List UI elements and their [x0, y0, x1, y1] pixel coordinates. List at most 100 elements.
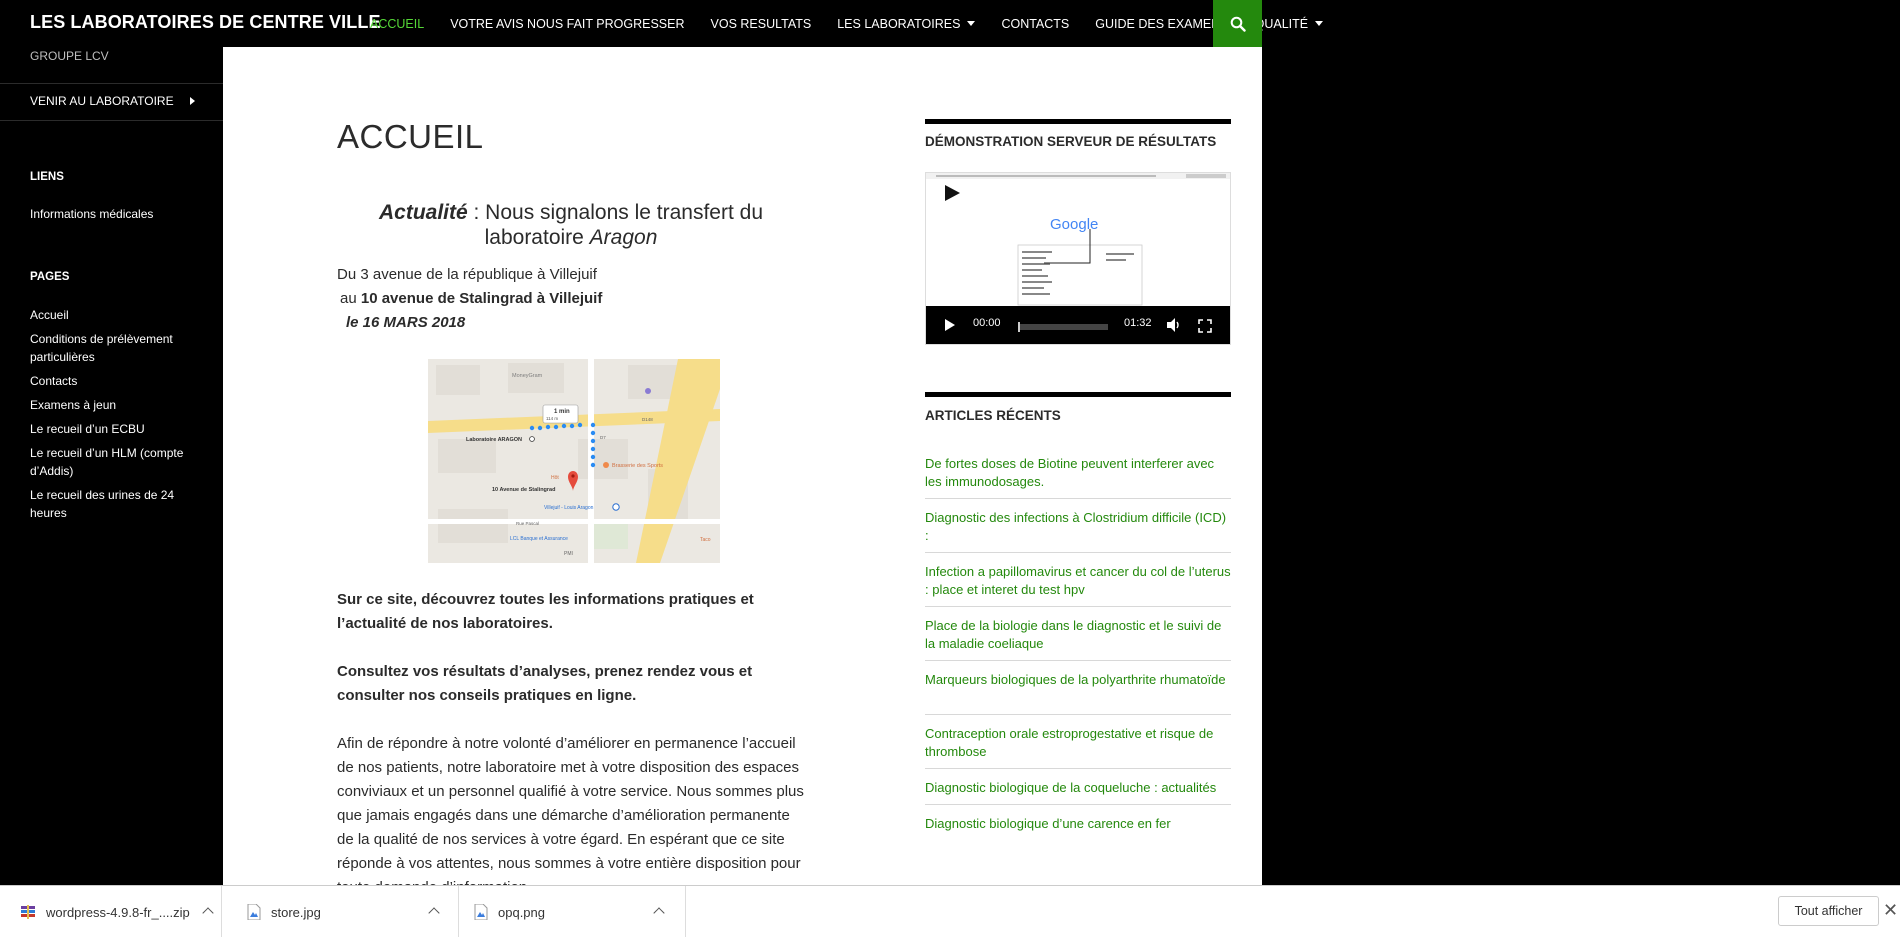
map-walk-time: 1 min — [554, 409, 570, 415]
site-description: GROUPE LCV — [30, 49, 109, 63]
nav-item-guide-examens[interactable]: GUIDE DES EXAMENS — [1095, 17, 1228, 31]
sidebar-page-recueil-urines-24h[interactable]: Le recueil des urines de 24 heures — [30, 486, 190, 522]
map-label-taco: Taco — [700, 537, 711, 543]
sidebar-page-accueil[interactable]: Accueil — [30, 306, 190, 324]
volume-icon[interactable] — [1166, 318, 1182, 332]
nav-label: VOTRE AVIS NOUS FAIT PROGRESSER — [450, 16, 685, 31]
restaurant-icon — [603, 462, 609, 468]
sidebar-page-recueil-hlm[interactable]: Le recueil d’un HLM (compte d’Addis) — [30, 444, 190, 480]
nav-item-vos-resultats[interactable]: VOS RESULTATS — [711, 17, 812, 31]
nav-item-votre-avis[interactable]: VOTRE AVIS NOUS FAIT PROGRESSER — [450, 17, 684, 31]
welcome-paragraph: Afin de répondre à notre volonté d’améli… — [337, 735, 804, 885]
caret-down-icon — [1315, 21, 1324, 26]
fullscreen-icon[interactable] — [1198, 319, 1212, 333]
article-link[interactable]: Contraception orale estroprogestative et… — [925, 725, 1231, 761]
sidebar-page-recueil-ecbu[interactable]: Le recueil d’un ECBU — [30, 420, 190, 438]
divider — [0, 83, 223, 84]
sidebar-link-informations-medicales[interactable]: Informations médicales — [30, 205, 190, 223]
address-to: au 10 avenue de Stalingrad à Villejuif — [340, 290, 602, 307]
map-label-destination: 10 Avenue de Stalingrad — [492, 487, 555, 493]
search-icon — [1230, 16, 1246, 32]
site-title[interactable]: LES LABORATOIRES DE CENTRE VILLE — [30, 12, 381, 33]
sidebar-page-examens-a-jeun[interactable]: Examens à jeun — [30, 396, 190, 414]
nav-item-qualite[interactable]: QUALITÉ — [1255, 17, 1324, 31]
map-walk-distance: 114 m — [546, 416, 558, 421]
article-divider — [925, 498, 1231, 499]
liens-heading: LIENS — [30, 171, 64, 183]
metro-icon — [612, 503, 620, 511]
close-icon[interactable]: ✕ — [1883, 900, 1898, 921]
poi-icon — [645, 388, 651, 394]
article-link[interactable]: Diagnostic biologique d’une carence en f… — [925, 815, 1231, 833]
map-label-road-d7: D7 — [600, 435, 606, 440]
download-item[interactable]: wordpress-4.9.8-fr_....zip — [0, 886, 222, 937]
nav-item-accueil[interactable]: ACCUEIL — [370, 17, 424, 31]
left-sidebar: GROUPE LCV VENIR AU LABORATOIRE LIENS In… — [0, 47, 223, 885]
pages-heading: PAGES — [30, 271, 70, 283]
video-thumbnail: Google — [926, 173, 1230, 308]
chevron-right-icon — [190, 97, 195, 105]
image-file-icon — [247, 904, 261, 920]
map-label-moneygram: MoneyGram — [512, 373, 543, 379]
widget-title-demo: DÉMONSTRATION SERVEUR DE RÉSULTATS — [925, 134, 1217, 149]
image-file-icon — [474, 904, 488, 920]
nav-label: LES LABORATOIRES — [837, 16, 961, 31]
big-play-icon[interactable] — [942, 183, 962, 203]
nav-label: VOS RESULTATS — [710, 16, 812, 31]
chevron-up-icon[interactable] — [428, 907, 440, 919]
nav-item-les-laboratoires[interactable]: LES LABORATOIRES — [837, 16, 976, 31]
video-duration: 01:32 — [1124, 317, 1152, 329]
video-player[interactable]: Google 00:00 01:32 — [925, 172, 1231, 345]
search-button[interactable] — [1213, 0, 1262, 47]
site-header: LES LABORATOIRES DE CENTRE VILLE ACCUEIL… — [0, 0, 1324, 47]
sidebar-item-venir-au-laboratoire[interactable]: VENIR AU LABORATOIRE — [30, 94, 195, 108]
article-link[interactable]: Place de la biologie dans le diagnostic … — [925, 617, 1231, 653]
sidebar-page-contacts[interactable]: Contacts — [30, 372, 190, 390]
video-current-time: 00:00 — [973, 317, 1001, 329]
news-lab-name: Aragon — [589, 226, 658, 249]
map-label-lab: Laboratoire ARAGON — [466, 437, 522, 443]
article-link[interactable]: Infection a papillomavirus et cancer du … — [925, 563, 1231, 599]
article-divider — [925, 768, 1231, 769]
article-divider — [925, 660, 1231, 661]
chevron-up-icon[interactable] — [202, 907, 214, 919]
intro-paragraph: Sur ce site, découvrez toutes les inform… — [337, 591, 754, 632]
article-divider — [925, 714, 1231, 715]
download-item[interactable]: opq.png — [459, 886, 686, 937]
nav-item-contacts[interactable]: CONTACTS — [1001, 17, 1069, 31]
transfer-date: le 16 MARS 2018 — [346, 314, 466, 331]
widget-title-recent-articles: ARTICLES RÉCENTS — [925, 408, 1061, 423]
nav-label: QUALITÉ — [1254, 16, 1309, 31]
map-label-pmi: PMI — [564, 551, 573, 557]
article-link[interactable]: Diagnostic des infections à Clostridium … — [925, 509, 1231, 545]
news-prefix: Actualité — [378, 201, 468, 224]
show-all-downloads-button[interactable]: Tout afficher — [1778, 896, 1879, 926]
page-title: ACCUEIL — [337, 118, 484, 155]
location-map: 1 min 114 m Laboratoire ARAGON 10 Avenue… — [428, 359, 720, 563]
article-link[interactable]: De fortes doses de Biotine peuvent inter… — [925, 455, 1231, 491]
article-divider — [925, 804, 1231, 805]
map-label-street: Rue Pascal — [516, 521, 539, 526]
video-controls: 00:00 01:32 — [926, 306, 1230, 344]
video-progress-bar[interactable] — [1018, 322, 1108, 332]
address-prefix: au — [340, 290, 361, 307]
article-divider — [925, 606, 1231, 607]
download-item[interactable]: store.jpg — [222, 886, 459, 937]
widget-divider — [925, 119, 1231, 124]
chevron-up-icon[interactable] — [653, 907, 665, 919]
divider — [0, 120, 223, 121]
news-headline: Actualité : Nous signalons le transfert … — [337, 200, 805, 250]
map-label-bank: LCL Banque et Assurance — [510, 536, 568, 542]
sidebar-item-label: VENIR AU LABORATOIRE — [30, 94, 174, 108]
nav-label: GUIDE DES EXAMENS — [1095, 16, 1229, 31]
download-filename: opq.png — [498, 904, 545, 920]
archive-icon — [21, 905, 35, 919]
map-graphic: 1 min 114 m Laboratoire ARAGON 10 Avenue… — [428, 359, 720, 563]
play-icon[interactable] — [944, 319, 956, 331]
download-bar: wordpress-4.9.8-fr_....zip store.jpg opq… — [0, 885, 1900, 937]
address-new: 10 avenue de Stalingrad à Villejuif — [360, 290, 603, 307]
map-label-brasserie: Brasserie des Sports — [612, 463, 663, 469]
article-link[interactable]: Marqueurs biologiques de la polyarthrite… — [925, 671, 1231, 689]
sidebar-page-conditions-prelevement[interactable]: Conditions de prélèvement particulières — [30, 330, 190, 366]
article-link[interactable]: Diagnostic biologique de la coqueluche :… — [925, 779, 1231, 797]
